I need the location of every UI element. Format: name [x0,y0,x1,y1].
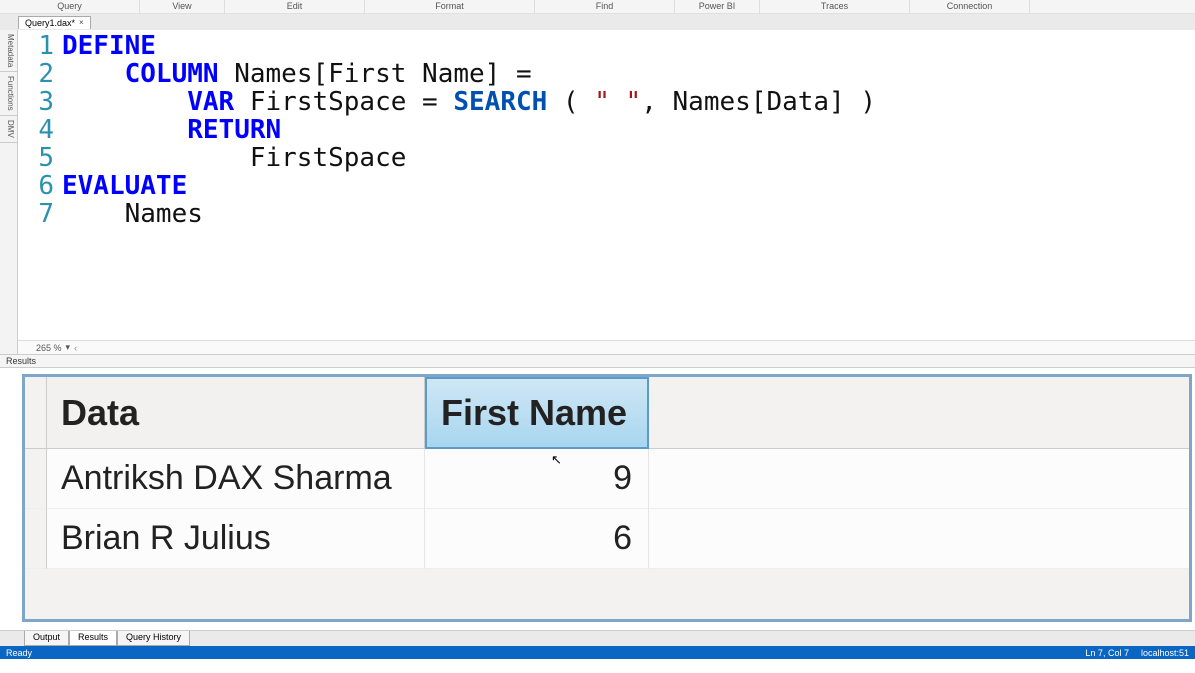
grid-header-empty [649,377,1189,449]
bottom-tab-bar: OutputResultsQuery History [0,630,1195,646]
line-number: 7 [18,200,54,228]
grid-corner[interactable] [25,377,47,449]
menu-edit[interactable]: Edit [225,0,365,13]
bottom-tab-results[interactable]: Results [69,631,117,646]
cell-data[interactable]: Antriksh DAX Sharma [47,449,425,509]
row-header[interactable] [25,449,47,509]
code-line[interactable]: RETURN [62,116,1195,144]
column-header-data[interactable]: Data [47,377,425,449]
menu-view[interactable]: View [140,0,225,13]
cell-first-name[interactable]: 6 [425,509,649,569]
line-number: 4 [18,116,54,144]
code-line[interactable]: VAR FirstSpace = SEARCH ( " ", Names[Dat… [62,88,1195,116]
close-icon[interactable]: × [79,18,84,27]
line-number: 1 [18,32,54,60]
sidebar-tab-metadata[interactable]: Metadata [0,30,17,72]
document-tab-bar: Query1.dax* × [0,14,1195,30]
sidebar-tab-functions[interactable]: Functions [0,72,17,116]
bottom-tab-output[interactable]: Output [24,631,69,646]
results-grid[interactable]: Data First Name Antriksh DAX Sharma9Bria… [22,374,1192,622]
line-number: 6 [18,172,54,200]
code-line[interactable]: COLUMN Names[First Name] = [62,60,1195,88]
code-editor[interactable]: 1234567 DEFINE COLUMN Names[First Name] … [18,30,1195,340]
zoom-value[interactable]: 265 % [36,343,62,353]
cell-empty [649,509,1189,569]
bottom-tab-query-history[interactable]: Query History [117,631,190,646]
code-line[interactable]: Names [62,200,1195,228]
results-label: Results [6,356,36,366]
status-ready: Ready [6,648,32,658]
table-row[interactable]: Antriksh DAX Sharma9 [25,449,1189,509]
zoom-scroll-thumb[interactable]: ‹ [74,343,77,353]
table-row[interactable]: Brian R Julius6 [25,509,1189,569]
column-header-first-name[interactable]: First Name [425,377,649,449]
left-sidebar-tabs: MetadataFunctionsDMV [0,30,18,354]
row-header[interactable] [25,509,47,569]
results-panel-header: Results [0,354,1195,368]
menu-connection[interactable]: Connection [910,0,1030,13]
cell-data[interactable]: Brian R Julius [47,509,425,569]
menu-query[interactable]: Query [0,0,140,13]
code-line[interactable]: DEFINE [62,32,1195,60]
code-line[interactable]: EVALUATE [62,172,1195,200]
column-header-label: Data [61,392,139,434]
code-content[interactable]: DEFINE COLUMN Names[First Name] = VAR Fi… [60,30,1195,340]
status-connection: localhost:51 [1141,648,1189,658]
menu-find[interactable]: Find [535,0,675,13]
line-number: 3 [18,88,54,116]
line-number: 2 [18,60,54,88]
column-header-label: First Name [441,392,627,434]
line-number: 5 [18,144,54,172]
line-gutter: 1234567 [18,30,60,340]
chevron-down-icon[interactable]: ▾ [66,342,71,353]
cell-first-name[interactable]: 9 [425,449,649,509]
menu-bar: QueryViewEditFormatFindPower BITracesCon… [0,0,1195,14]
code-line[interactable]: FirstSpace [62,144,1195,172]
editor-area: MetadataFunctionsDMV 1234567 DEFINE COLU… [0,30,1195,354]
document-tab[interactable]: Query1.dax* × [18,16,91,29]
cell-empty [649,449,1189,509]
menu-format[interactable]: Format [365,0,535,13]
menu-traces[interactable]: Traces [760,0,910,13]
grid-header-row: Data First Name [25,377,1189,449]
menu-power-bi[interactable]: Power BI [675,0,760,13]
zoom-bar: 265 % ▾ ‹ [18,340,1195,354]
tab-title: Query1.dax* [25,18,75,28]
sidebar-tab-dmv[interactable]: DMV [0,116,17,143]
results-panel: Data First Name Antriksh DAX Sharma9Bria… [0,368,1195,630]
status-bar: Ready Ln 7, Col 7 localhost:51 [0,646,1195,659]
status-caret-position: Ln 7, Col 7 [1085,648,1129,658]
